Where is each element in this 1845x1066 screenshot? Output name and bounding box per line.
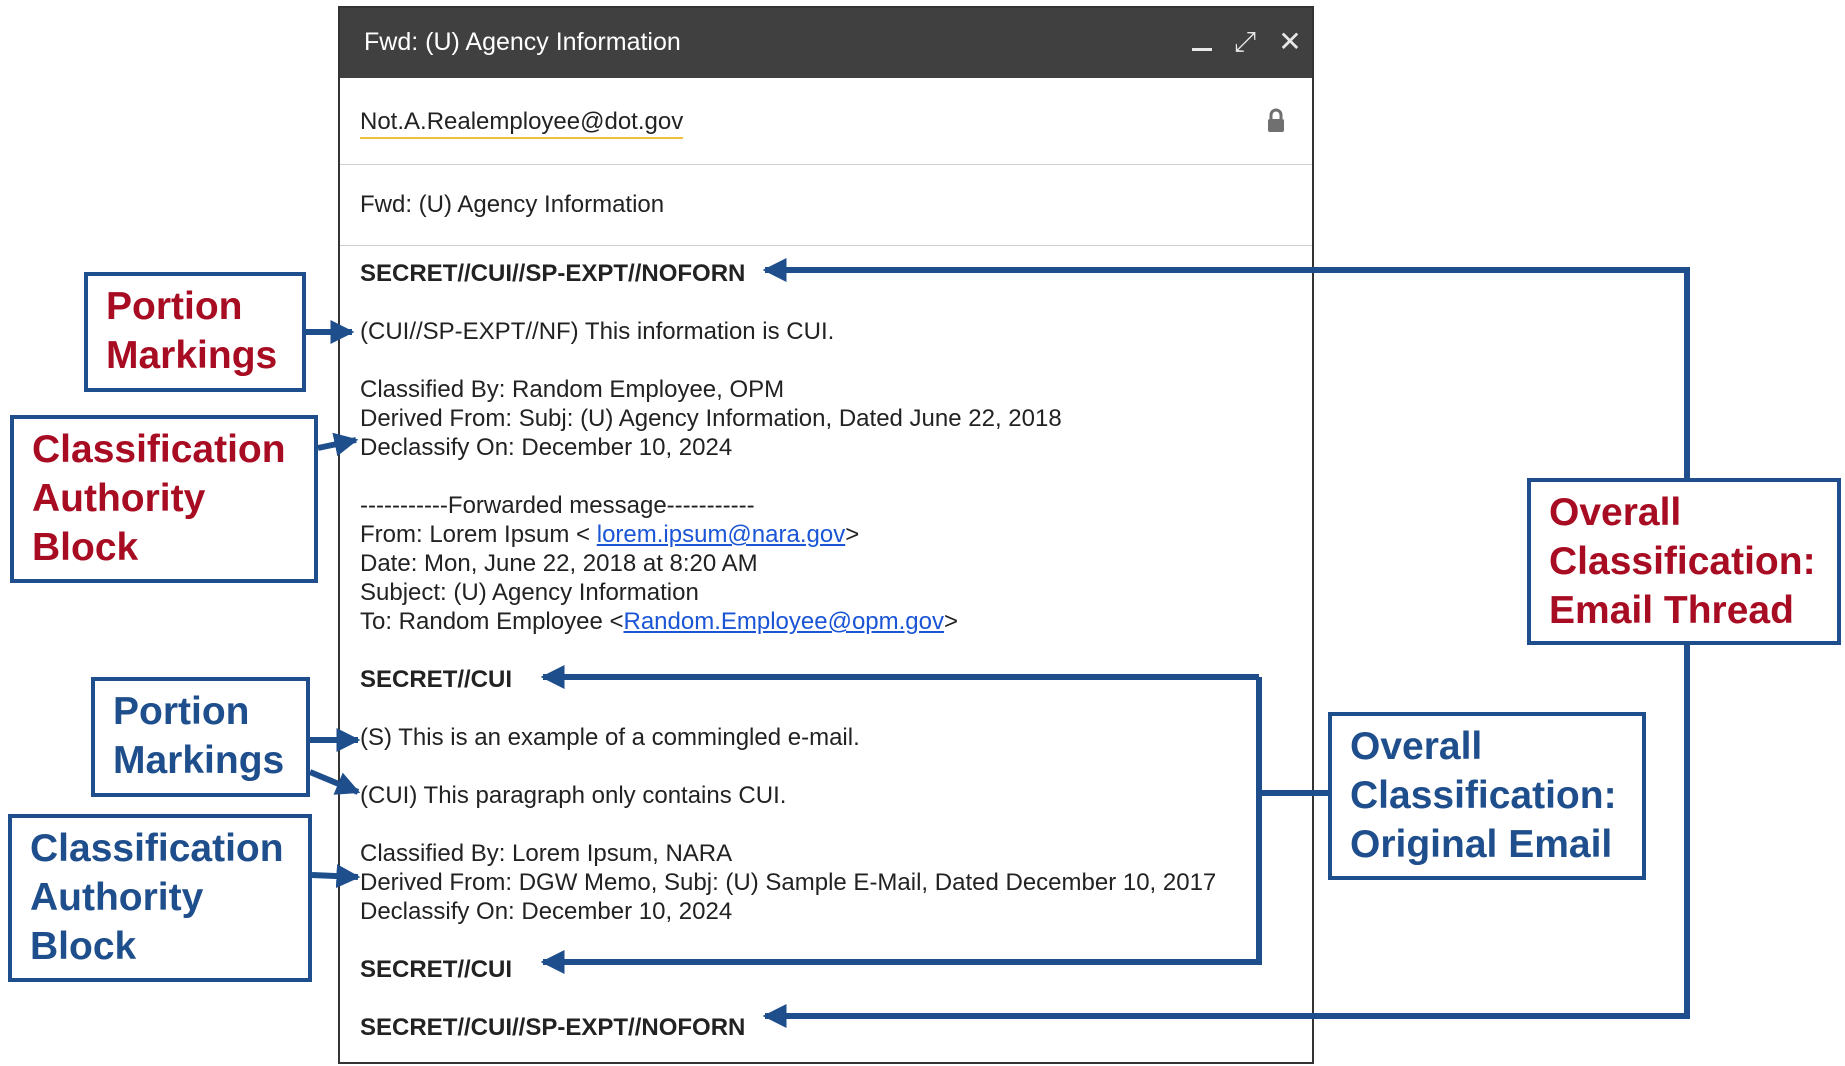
forward-subject-line: Subject: (U) Agency Information bbox=[360, 579, 699, 606]
from-email-link[interactable]: lorem.ipsum@nara.gov bbox=[597, 521, 845, 548]
declassify-on-line: Declassify On: December 10, 2024 bbox=[360, 434, 733, 461]
close-icon[interactable]: ✕ bbox=[1270, 22, 1310, 62]
subject-row[interactable]: Fwd: (U) Agency Information bbox=[340, 165, 1312, 246]
orig-derived-from-line: Derived From: DGW Memo, Subj: (U) Sample… bbox=[360, 869, 1217, 896]
secret-portion-paragraph: (S) This is an example of a commingled e… bbox=[360, 724, 860, 751]
callout-authority-block-1: Classification Authority Block bbox=[10, 415, 318, 583]
callout-portion-markings-2: Portion Markings bbox=[91, 677, 310, 797]
callout-authority-block-2: Classification Authority Block bbox=[8, 814, 312, 982]
cui-portion-paragraph: (CUI) This paragraph only contains CUI. bbox=[360, 782, 787, 809]
subject-field[interactable]: Fwd: (U) Agency Information bbox=[360, 191, 664, 219]
forward-from-line: From: Lorem Ipsum < lorem.ipsum@nara.gov… bbox=[360, 521, 860, 548]
title-bar: Fwd: (U) Agency Information ⤢ ✕ bbox=[340, 8, 1312, 78]
minimize-icon[interactable] bbox=[1182, 22, 1222, 62]
recipient-address[interactable]: Not.A.Realemployee@dot.gov bbox=[360, 108, 684, 139]
forwarded-separator: -----------Forwarded message----------- bbox=[360, 492, 755, 519]
lock-icon bbox=[1268, 108, 1284, 132]
window-title: Fwd: (U) Agency Information bbox=[364, 28, 681, 56]
original-bottom-marking: SECRET//CUI bbox=[360, 956, 513, 983]
header-banner-marking: SECRET//CUI//SP-EXPT//NOFORN bbox=[360, 260, 746, 287]
orig-classified-by-line: Classified By: Lorem Ipsum, NARA bbox=[360, 840, 733, 867]
callout-overall-original: Overall Classification: Original Email bbox=[1328, 712, 1646, 880]
to-email-link[interactable]: Random.Employee@opm.gov bbox=[623, 608, 944, 635]
callout-portion-markings-1: Portion Markings bbox=[84, 272, 306, 392]
portion-marked-paragraph: (CUI//SP-EXPT//NF) This information is C… bbox=[360, 318, 835, 345]
orig-declassify-on-line: Declassify On: December 10, 2024 bbox=[360, 898, 733, 925]
footer-banner-marking: SECRET//CUI//SP-EXPT//NOFORN bbox=[360, 1014, 746, 1041]
original-top-marking: SECRET//CUI bbox=[360, 666, 513, 693]
callout-overall-thread: Overall Classification: Email Thread bbox=[1527, 478, 1841, 645]
derived-from-line: Derived From: Subj: (U) Agency Informati… bbox=[360, 405, 1062, 432]
forward-date-line: Date: Mon, June 22, 2018 at 8:20 AM bbox=[360, 550, 758, 577]
expand-icon[interactable]: ⤢ bbox=[1225, 22, 1265, 62]
compose-window: Fwd: (U) Agency Information ⤢ ✕ Not.A.Re… bbox=[338, 6, 1314, 1064]
classified-by-line: Classified By: Random Employee, OPM bbox=[360, 376, 785, 403]
forward-to-line: To: Random Employee <Random.Employee@opm… bbox=[360, 608, 959, 635]
recipients-row[interactable]: Not.A.Realemployee@dot.gov bbox=[340, 78, 1312, 165]
